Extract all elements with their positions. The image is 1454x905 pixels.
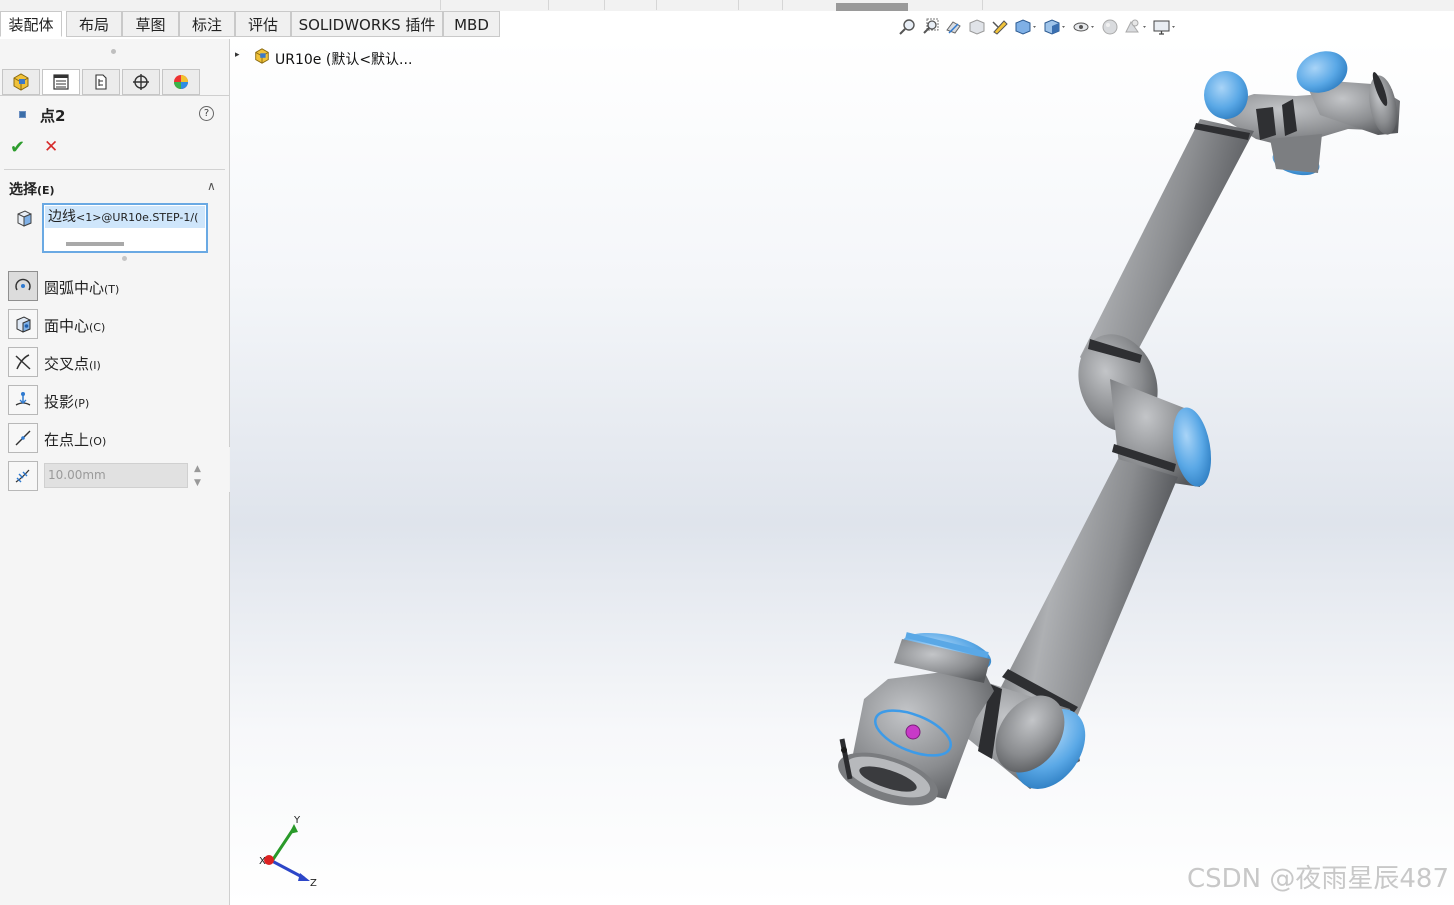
- option-label: 圆弧中心: [44, 279, 105, 297]
- spin-up-icon[interactable]: ▲: [194, 464, 201, 474]
- zoom-to-area-icon[interactable]: [921, 17, 941, 37]
- command-tabs: 装配体 布局 草图 标注 评估 SOLIDWORKS 插件 MBD: [0, 11, 1454, 39]
- tab-display-manager[interactable]: [162, 69, 200, 95]
- dimxpert-icon: [133, 74, 149, 90]
- divider: [4, 169, 225, 170]
- section-shortcut: (E): [37, 184, 55, 197]
- help-icon[interactable]: ?: [199, 106, 214, 121]
- feature-manager-icon: [13, 73, 29, 91]
- tab-layout[interactable]: 布局: [66, 11, 122, 37]
- cancel-button[interactable]: ✕: [44, 137, 58, 157]
- display-style-icon[interactable]: [1042, 17, 1068, 37]
- option-label: 在点上: [44, 431, 90, 449]
- intersection-button[interactable]: [8, 347, 38, 377]
- selection-item[interactable]: 边线<1>@UR10e.STEP-1/(: [45, 206, 205, 228]
- option-label: 投影: [44, 393, 75, 411]
- option-shortcut: (T): [104, 283, 120, 296]
- heads-up-view-toolbar: [898, 16, 1178, 38]
- previous-view-icon[interactable]: [944, 17, 964, 37]
- option-label: 交叉点: [44, 355, 90, 373]
- arc-center-icon: [15, 278, 31, 291]
- option-shortcut: (I): [89, 359, 101, 372]
- top-strip: [0, 0, 1454, 11]
- selection-item-prefix: 边线: [48, 209, 76, 225]
- configuration-manager-icon: [95, 74, 107, 90]
- distance-input[interactable]: 10.00mm: [44, 463, 188, 488]
- tab-assembly[interactable]: 装配体: [0, 11, 62, 37]
- property-manager-panel: 点2 ? ✔ ✕ 选择(E) ∧ 边线<1>@UR10e.STEP-1/( 圆弧…: [0, 39, 230, 905]
- collapse-chevron-icon[interactable]: ∧: [207, 179, 216, 193]
- graphics-area[interactable]: ▸ UR10e (默认<默认... Y X Z CSDN @夜雨星辰487: [230, 39, 1454, 905]
- apply-scene-icon[interactable]: [1123, 17, 1149, 37]
- projection-button[interactable]: [8, 385, 38, 415]
- tab-feature-manager[interactable]: [2, 69, 40, 95]
- edit-appearance-icon[interactable]: [1100, 17, 1120, 37]
- triad-z-label: Z: [310, 878, 317, 889]
- selection-item-suffix: <1>@UR10e.STEP-1/(: [76, 211, 199, 224]
- triad-y-label: Y: [293, 815, 301, 826]
- point-marker: [905, 724, 921, 740]
- tab-sketch[interactable]: 草图: [122, 11, 179, 37]
- zoom-to-fit-icon[interactable]: [898, 17, 918, 37]
- axis-triad: Y X Z: [259, 815, 317, 889]
- projection-icon: [15, 392, 31, 406]
- tab-solidworks-addins[interactable]: SOLIDWORKS 插件: [291, 11, 443, 37]
- hide-show-items-icon[interactable]: [1071, 17, 1097, 37]
- arc-center-button[interactable]: [8, 271, 38, 301]
- tab-evaluate[interactable]: 评估: [235, 11, 291, 37]
- ok-button[interactable]: ✔: [10, 137, 25, 158]
- intersection-icon: [15, 354, 31, 370]
- section-view-icon[interactable]: [967, 17, 987, 37]
- property-manager-title: 点2: [40, 107, 66, 125]
- face-center-icon: [16, 316, 31, 333]
- watermark: CSDN @夜雨星辰487: [1186, 864, 1449, 894]
- tab-property-manager[interactable]: [42, 69, 80, 95]
- along-curve-distance-button[interactable]: [8, 461, 38, 491]
- option-shortcut: (P): [74, 397, 90, 410]
- selection-scrollbar[interactable]: [66, 242, 124, 246]
- tab-configuration-manager[interactable]: [82, 69, 120, 95]
- view-orientation-icon[interactable]: [1013, 17, 1039, 37]
- panel-resize-grip[interactable]: [111, 49, 116, 54]
- option-label: 面中心: [44, 317, 90, 335]
- option-shortcut: (O): [89, 435, 107, 448]
- option-shortcut: (C): [89, 321, 106, 334]
- on-point-icon: [15, 430, 31, 446]
- view-settings-icon[interactable]: [1152, 17, 1178, 37]
- on-point-button[interactable]: [8, 423, 38, 453]
- point-feature-icon: [19, 111, 26, 118]
- tab-mbd[interactable]: MBD: [443, 11, 500, 37]
- along-curve-distance-icon: [15, 469, 30, 483]
- tab-dimxpert-manager[interactable]: [122, 69, 160, 95]
- face-center-button[interactable]: [8, 309, 38, 339]
- spin-down-icon[interactable]: ▼: [194, 478, 201, 488]
- display-manager-icon: [174, 75, 188, 89]
- selection-list[interactable]: 边线<1>@UR10e.STEP-1/(: [42, 203, 208, 253]
- selection-cube-icon: [14, 208, 34, 232]
- selection-resize-grip[interactable]: [122, 256, 127, 261]
- dynamic-annotation-icon[interactable]: [990, 17, 1010, 37]
- ur10e-robot-model[interactable]: [230, 39, 1454, 905]
- section-title: 选择: [9, 182, 37, 198]
- manager-tabs: [0, 67, 229, 96]
- selections-section-header[interactable]: 选择(E): [9, 179, 55, 199]
- triad-x-label: X: [259, 856, 266, 867]
- property-manager-icon: [53, 74, 69, 90]
- tab-markup[interactable]: 标注: [179, 11, 235, 37]
